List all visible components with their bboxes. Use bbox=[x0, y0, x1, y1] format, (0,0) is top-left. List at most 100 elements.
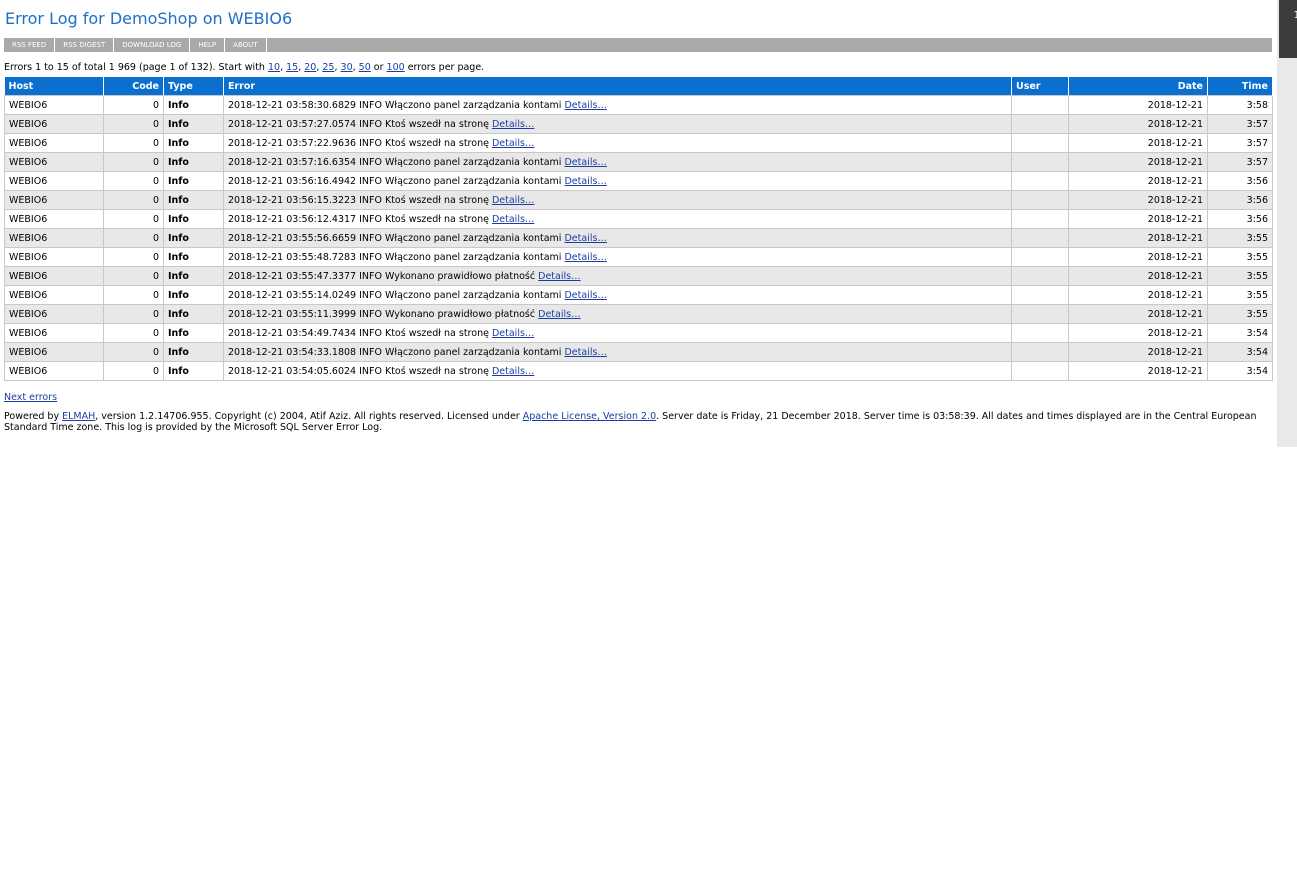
error-message: 2018-12-21 03:56:16.4942 INFO Włączono p… bbox=[228, 175, 562, 187]
column-header-error[interactable]: Error bbox=[223, 77, 1012, 96]
cell-time: 3:56 bbox=[1207, 190, 1273, 210]
details-link[interactable]: Details… bbox=[564, 290, 606, 301]
error-message: 2018-12-21 03:55:11.3999 INFO Wykonano p… bbox=[228, 308, 536, 320]
cell-host: WEBIO6 bbox=[4, 190, 104, 210]
details-link[interactable]: Details… bbox=[564, 100, 606, 111]
cell-user bbox=[1011, 323, 1069, 343]
error-message: 2018-12-21 03:55:56.6659 INFO Włączono p… bbox=[228, 232, 562, 244]
error-message: 2018-12-21 03:54:49.7434 INFO Ktoś wszed… bbox=[228, 327, 489, 339]
cell-type: Info bbox=[163, 266, 224, 286]
next-errors-link[interactable]: Next errors bbox=[4, 392, 57, 403]
cell-time: 3:56 bbox=[1207, 209, 1273, 229]
table-row: WEBIO6 0 Info 2018-12-21 03:56:15.3223 INFO… bbox=[4, 190, 1273, 210]
cell-time: 3:56 bbox=[1207, 171, 1273, 191]
scroll-thumb[interactable]: 1 bbox=[1279, 0, 1297, 58]
details-link[interactable]: Details… bbox=[492, 366, 534, 377]
cell-time: 3:58 bbox=[1207, 95, 1273, 115]
cell-date: 2018-12-21 bbox=[1068, 190, 1208, 210]
table-header-row: Host Code Type Error User Date Time bbox=[4, 77, 1273, 96]
details-link[interactable]: Details… bbox=[492, 328, 534, 339]
rss-feed-link[interactable]: RSS FEED bbox=[4, 38, 56, 52]
about-link[interactable]: ABOUT bbox=[225, 38, 267, 52]
page-size-link-15[interactable]: 15 bbox=[286, 62, 298, 73]
details-link[interactable]: Details… bbox=[538, 309, 580, 320]
cell-error: 2018-12-21 03:56:12.4317 INFO Ktoś wszed… bbox=[223, 209, 1012, 229]
cell-code: 0 bbox=[103, 133, 164, 153]
error-message: 2018-12-21 03:54:33.1808 INFO Włączono p… bbox=[228, 346, 562, 358]
cell-type: Info bbox=[163, 171, 224, 191]
details-link[interactable]: Details… bbox=[564, 157, 606, 168]
cell-error: 2018-12-21 03:55:48.7283 INFO Włączono p… bbox=[223, 247, 1012, 267]
cell-code: 0 bbox=[103, 152, 164, 172]
details-link[interactable]: Details… bbox=[564, 176, 606, 187]
page-size-link-10[interactable]: 10 bbox=[268, 62, 280, 73]
rss-digest-link[interactable]: RSS DIGEST bbox=[55, 38, 115, 52]
cell-error: 2018-12-21 03:57:16.6354 INFO Włączono p… bbox=[223, 152, 1012, 172]
page-size-link-25[interactable]: 25 bbox=[322, 62, 334, 73]
cell-user bbox=[1011, 152, 1069, 172]
cell-time: 3:54 bbox=[1207, 323, 1273, 343]
cell-host: WEBIO6 bbox=[4, 323, 104, 343]
details-link[interactable]: Details… bbox=[492, 138, 534, 149]
cell-error: 2018-12-21 03:54:33.1808 INFO Włączono p… bbox=[223, 342, 1012, 362]
cell-user bbox=[1011, 114, 1069, 134]
details-link[interactable]: Details… bbox=[492, 195, 534, 206]
cell-user bbox=[1011, 266, 1069, 286]
cell-date: 2018-12-21 bbox=[1068, 285, 1208, 305]
column-header-host[interactable]: Host bbox=[4, 77, 104, 96]
elmah-link[interactable]: ELMAH bbox=[62, 411, 95, 422]
cell-type: Info bbox=[163, 323, 224, 343]
page-size-link-100[interactable]: 100 bbox=[387, 62, 405, 73]
details-link[interactable]: Details… bbox=[538, 271, 580, 282]
table-row: WEBIO6 0 Info 2018-12-21 03:57:22.9636 INFO… bbox=[4, 133, 1273, 153]
error-message: 2018-12-21 03:57:27.0574 INFO Ktoś wszed… bbox=[228, 118, 489, 130]
cell-time: 3:55 bbox=[1207, 266, 1273, 286]
column-header-time[interactable]: Time bbox=[1207, 77, 1273, 96]
footer-middle: , version 1.2.14706.955. Copyright (c) 2… bbox=[95, 411, 523, 422]
cell-code: 0 bbox=[103, 342, 164, 362]
cell-type: Info bbox=[163, 95, 224, 115]
cell-host: WEBIO6 bbox=[4, 304, 104, 324]
error-message: 2018-12-21 03:54:05.6024 INFO Ktoś wszed… bbox=[228, 365, 489, 377]
column-header-user[interactable]: User bbox=[1011, 77, 1069, 96]
page-size-link-50[interactable]: 50 bbox=[359, 62, 371, 73]
cell-error: 2018-12-21 03:54:49.7434 INFO Ktoś wszed… bbox=[223, 323, 1012, 343]
column-header-date[interactable]: Date bbox=[1068, 77, 1208, 96]
cell-code: 0 bbox=[103, 190, 164, 210]
details-link[interactable]: Details… bbox=[564, 233, 606, 244]
details-link[interactable]: Details… bbox=[564, 347, 606, 358]
cell-host: WEBIO6 bbox=[4, 171, 104, 191]
help-link[interactable]: HELP bbox=[190, 38, 226, 52]
cell-time: 3:57 bbox=[1207, 152, 1273, 172]
error-message: 2018-12-21 03:55:48.7283 INFO Włączono p… bbox=[228, 251, 562, 263]
cell-type: Info bbox=[163, 190, 224, 210]
details-link[interactable]: Details… bbox=[492, 119, 534, 130]
table-row: WEBIO6 0 Info 2018-12-21 03:56:12.4317 INFO… bbox=[4, 209, 1273, 229]
details-link[interactable]: Details… bbox=[564, 252, 606, 263]
cell-host: WEBIO6 bbox=[4, 285, 104, 305]
paging-summary-prefix: Errors 1 to 15 of total 1 969 (page 1 of… bbox=[4, 62, 268, 73]
page-size-link-30[interactable]: 30 bbox=[341, 62, 353, 73]
cell-user bbox=[1011, 285, 1069, 305]
download-log-link[interactable]: DOWNLOAD LOG bbox=[114, 38, 191, 52]
scrollbar[interactable]: 1 bbox=[1277, 0, 1297, 447]
cell-code: 0 bbox=[103, 323, 164, 343]
column-header-type[interactable]: Type bbox=[163, 77, 224, 96]
details-link[interactable]: Details… bbox=[492, 214, 534, 225]
cell-date: 2018-12-21 bbox=[1068, 95, 1208, 115]
page-size-link-20[interactable]: 20 bbox=[304, 62, 316, 73]
cell-date: 2018-12-21 bbox=[1068, 361, 1208, 381]
column-header-code[interactable]: Code bbox=[103, 77, 164, 96]
cell-date: 2018-12-21 bbox=[1068, 114, 1208, 134]
cell-time: 3:55 bbox=[1207, 285, 1273, 305]
content: Error Log for DemoShop on WEBIO6 RSS FEE… bbox=[4, 0, 1273, 433]
cell-code: 0 bbox=[103, 114, 164, 134]
table-row: WEBIO6 0 Info 2018-12-21 03:54:33.1808 INFO… bbox=[4, 342, 1273, 362]
cell-user bbox=[1011, 247, 1069, 267]
cell-host: WEBIO6 bbox=[4, 209, 104, 229]
cell-user bbox=[1011, 95, 1069, 115]
license-link[interactable]: Apache License, Version 2.0 bbox=[523, 411, 656, 422]
cell-type: Info bbox=[163, 133, 224, 153]
cell-date: 2018-12-21 bbox=[1068, 342, 1208, 362]
cell-date: 2018-12-21 bbox=[1068, 133, 1208, 153]
